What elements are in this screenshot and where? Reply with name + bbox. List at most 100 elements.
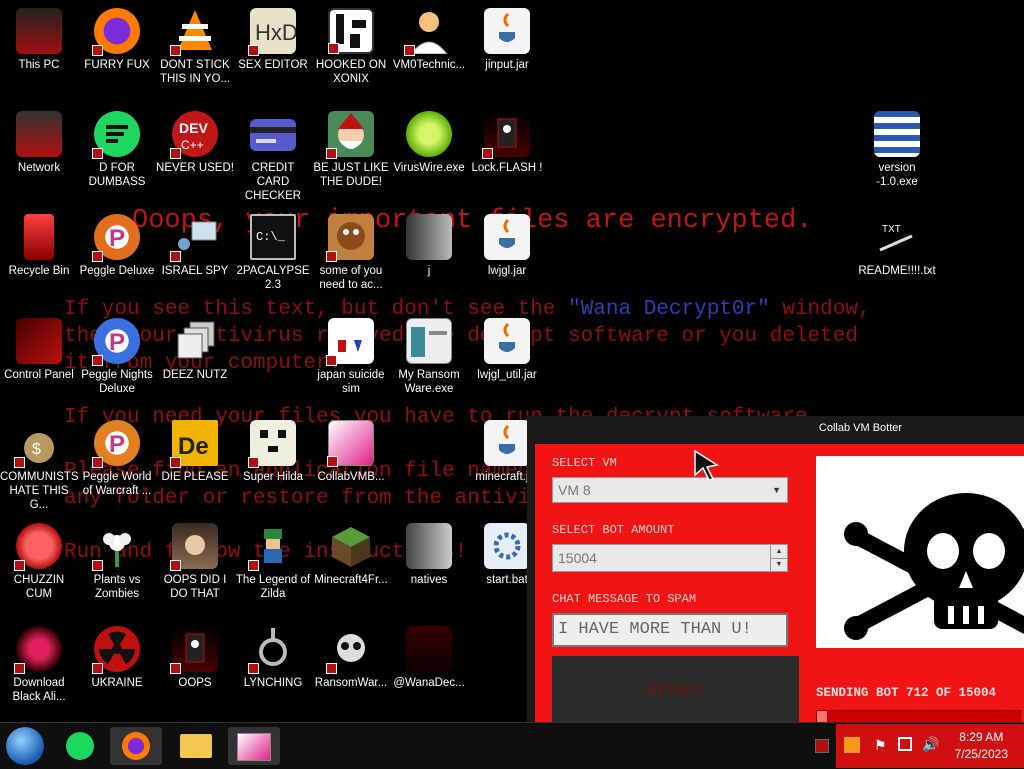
credit-card-icon [250, 119, 296, 151]
svg-text:P: P [109, 225, 125, 252]
clock-time: 8:29 AM [959, 730, 1004, 744]
desktop-icon-j[interactable]: j [390, 214, 468, 278]
window-client-area: SELECT VM VM 8 ▼ SELECT BOT AMOUNT 15004… [535, 444, 1024, 726]
desktop-icon-japan-suicide-sim[interactable]: japan suicide sim [312, 318, 390, 396]
java-jar-icon [484, 214, 530, 260]
chat-bubble-icon [66, 732, 94, 760]
desktop-icon-ukraine[interactable]: UKRAINE [78, 626, 156, 690]
person-icon [404, 8, 452, 56]
volume-icon[interactable]: 🔊 [922, 736, 939, 753]
application-file-icon [326, 318, 374, 366]
desktop-icon-chuzzin-cum[interactable]: CHUZZIN CUM [0, 523, 78, 601]
desktop-icon-communists[interactable]: $ COMMUNISTS HATE THIS G... [0, 420, 79, 512]
taskbar-explorer[interactable] [170, 727, 222, 765]
collab-vm-botter-window[interactable]: Collab VM Botter SELECT VM VM 8 ▼ SELECT… [527, 416, 1024, 726]
firefox-icon [122, 732, 150, 760]
limewire-icon [406, 111, 452, 157]
network-icon [16, 111, 62, 157]
system-tray: ⚑ 🔊 8:29 AM 7/25/2023 [836, 724, 1024, 768]
desktop-icon-vm0technic[interactable]: VM0Technic... [390, 8, 468, 72]
desktop-icon-oops-did-i[interactable]: OOPS DID I DO THAT [156, 523, 234, 601]
svg-text:P: P [109, 329, 125, 356]
tray-app-icon[interactable] [844, 737, 860, 753]
desktop-icon-lwjgl-jar[interactable]: lwjgl.jar [468, 214, 546, 278]
desktop-icon-readme-txt[interactable]: TXT README!!!!.txt [858, 214, 936, 278]
bot-amount-stepper[interactable]: 15004 ▲ ▼ [552, 544, 788, 572]
desktop-icon-this-pc[interactable]: This PC [0, 8, 78, 72]
skull-crossbones-icon [844, 493, 1024, 640]
desktop-icon-lwjgl-util-jar[interactable]: lwjgl_util.jar [468, 318, 546, 382]
desktop-icon-legend-of-zilda[interactable]: The Legend of Zilda [234, 523, 312, 601]
desktop-icon-version-exe[interactable]: version -1.0.exe [858, 111, 936, 189]
start-orb-icon[interactable] [6, 727, 44, 765]
computer-icon [16, 8, 62, 54]
desktop-icon-jinput-jar[interactable]: jinput.jar [468, 8, 546, 72]
chuzzle-icon [14, 523, 62, 571]
desktop-icon-credit-card-checker[interactable]: CREDIT CARD CHECKER [234, 111, 312, 203]
desktop-icon-deez-nutz[interactable]: DEEZ NUTZ [156, 318, 234, 382]
flower-icon [92, 523, 140, 571]
attack-button[interactable]: ATTACK [552, 656, 799, 726]
desktop-icon-peggle-wow[interactable]: P Peggle World of Warcraft ... [78, 420, 156, 498]
dev-cpp-icon: DEV C++ [170, 111, 218, 159]
desktop-icon-lock-flash[interactable]: Lock.FLASH ! [468, 111, 546, 175]
desktop-icon-die-please[interactable]: De DIE PLEASE [156, 420, 234, 484]
desktop-icon-plants-vs-zombies[interactable]: Plants vs Zombies [78, 523, 156, 601]
taskbar-firefox[interactable] [110, 727, 162, 765]
skull-image [816, 456, 1024, 648]
desktop-icon-network[interactable]: Network [0, 111, 78, 175]
desktop-icon-be-just-like-the-dude[interactable]: BE JUST LIKE THE DUDE! [312, 111, 390, 189]
flag-icon[interactable]: ⚑ [874, 737, 887, 754]
peggle-icon: P [92, 420, 140, 468]
desktop-icon-hooked-on-xonix[interactable]: HOOKED ON XONIX [312, 8, 390, 86]
desktop-icon-lynching[interactable]: LYNCHING [234, 626, 312, 690]
desktop-icon-control-panel[interactable]: Control Panel [0, 318, 78, 382]
desktop-icon-some-of-you[interactable]: some of you need to ac... [312, 214, 390, 292]
desktop-icon-recycle-bin[interactable]: Recycle Bin [0, 214, 78, 278]
svg-text:De: De [178, 433, 209, 460]
desktop-icon-d-for-dumbass[interactable]: D FOR DUMBASS [78, 111, 156, 189]
desktop-icon-sex-editor[interactable]: HxD SEX EDITOR [234, 8, 312, 72]
desktop-icon-peggle-deluxe[interactable]: P Peggle Deluxe [78, 214, 156, 278]
stepper-down-icon[interactable]: ▼ [770, 558, 787, 571]
desktop-icon-collabvmb[interactable]: CollabVMB... [312, 420, 390, 484]
chevron-down-icon: ▼ [772, 485, 781, 495]
portrait-icon [170, 523, 218, 571]
desktop-icon-my-ransomware[interactable]: My Ransom Ware.exe [390, 318, 468, 396]
folder-icon [406, 523, 452, 569]
desktop-icon-ransomware[interactable]: RansomWar... [312, 626, 390, 690]
desktop-icon-2pacalypse[interactable]: C:\_ 2PACALYPSE 2.3 [234, 214, 312, 292]
desktop-icon-never-used[interactable]: DEV C++ NEVER USED! [156, 111, 234, 175]
desktop-icon-oops[interactable]: OOPS [156, 626, 234, 690]
xonix-icon [328, 8, 374, 54]
control-panel-icon [16, 318, 62, 364]
firefox-icon [92, 8, 140, 56]
desktop-icon-viruswire[interactable]: VirusWire.exe [390, 111, 468, 175]
taskbar-collabvmb[interactable] [228, 727, 280, 765]
chat-message-input[interactable]: I HAVE MORE THAN U! [552, 613, 788, 647]
show-hidden-icons-icon[interactable] [815, 739, 829, 753]
bot-amount-label: SELECT BOT AMOUNT [552, 523, 675, 537]
chat-message-label: CHAT MESSAGE TO SPAM [552, 592, 697, 606]
desktop-icon-minecraft4free[interactable]: Minecraft4Fr... [312, 523, 390, 587]
desktop-icon-super-hilda[interactable]: Super Hilda [234, 420, 312, 484]
desktop-icon-natives[interactable]: natives [390, 523, 468, 587]
desktop-icon-israel-spy[interactable]: ISRAEL SPY [156, 214, 234, 278]
mouse-cursor-icon [694, 449, 719, 481]
terminal-icon: C:\_ [250, 214, 296, 260]
window-app-icon [406, 318, 452, 364]
network-icon[interactable] [898, 737, 912, 751]
desktop-icon-download-black-ali[interactable]: Download Black Ali... [0, 626, 78, 704]
skull-icon [326, 626, 374, 674]
vm-select[interactable]: VM 8 ▼ [552, 477, 788, 503]
desktop-icon-wanadecryptor[interactable]: @WanaDec... [390, 626, 468, 690]
desktop-icon-dont-stick[interactable]: DONT STICK THIS IN YO... [156, 8, 234, 86]
svg-text:TXT: TXT [882, 224, 901, 235]
desktop-icon-peggle-nights[interactable]: P Peggle Nights Deluxe [78, 318, 156, 396]
taskbar-chat-app[interactable] [54, 727, 106, 765]
stepper-up-icon[interactable]: ▲ [770, 545, 787, 559]
director-icon: De [170, 420, 218, 468]
clock[interactable]: 8:29 AM 7/25/2023 [955, 729, 1008, 763]
desktop-icon-furry-fux[interactable]: FURRY FUX [78, 8, 156, 72]
spy-network-icon [170, 214, 218, 262]
